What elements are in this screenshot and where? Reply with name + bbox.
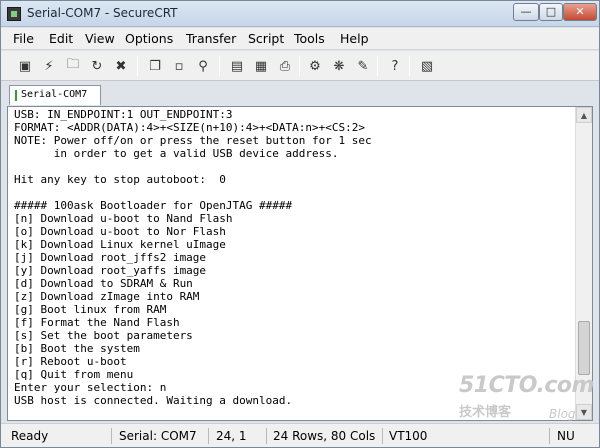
menu-file[interactable]: File <box>13 31 34 46</box>
terminal-line: [n] Download u-boot to Nand Flash <box>14 212 233 225</box>
terminal-line: NOTE: Power off/on or press the reset bu… <box>14 134 372 147</box>
status-port: Serial: COM7 <box>119 429 197 443</box>
terminal-line: [k] Download Linux kernel uImage <box>14 238 226 251</box>
scrollbar-thumb[interactable] <box>578 321 590 376</box>
status-bar: Ready Serial: COM7 24, 1 24 Rows, 80 Col… <box>1 423 599 447</box>
find-icon[interactable]: ⚲ <box>193 56 213 76</box>
tab-serial-com7[interactable]: Serial-COM7 <box>9 85 101 105</box>
watermark-blog: Blog <box>549 407 576 421</box>
watermark-site: 51CTO.com <box>459 373 594 398</box>
securecrt-window: Serial-COM7 - SecureCRT — □ ✕ File Edit … <box>0 0 600 448</box>
menu-edit[interactable]: Edit <box>49 31 73 46</box>
terminal-line: [y] Download root_yaffs image <box>14 264 207 277</box>
disconnect-icon[interactable]: ✖ <box>111 56 131 76</box>
terminal-line: [j] Download root_jffs2 image <box>14 251 207 264</box>
watermark-tagline: 技术博客 <box>459 405 512 420</box>
log-icon[interactable]: ▧ <box>417 56 437 76</box>
global-options-icon[interactable]: ❋ <box>329 56 349 76</box>
help-icon[interactable]: ? <box>385 56 405 76</box>
terminal-line: USB: IN_ENDPOINT:1 OUT_ENDPOINT:3 <box>14 108 233 121</box>
scroll-up-arrow-icon[interactable]: ▲ <box>576 107 592 123</box>
reconnect-icon[interactable]: ↻ <box>87 56 107 76</box>
status-emulation: VT100 <box>389 429 428 443</box>
toolbar: ▣ ⚡ 🗀 ↻ ✖ ❐ ▫ ⚲ ▤ ▦ ⎙ ⚙ ❋ ✎ ? ▧ <box>1 51 599 81</box>
menu-options[interactable]: Options <box>125 31 173 46</box>
session-options-icon[interactable]: ⚙ <box>305 56 325 76</box>
print-screen-icon[interactable]: ▤ <box>227 56 247 76</box>
maximize-button[interactable]: □ <box>539 3 563 21</box>
terminal-line: FORMAT: <ADDR(DATA):4>+<SIZE(n+10):4>+<D… <box>14 121 365 134</box>
keymap-icon[interactable]: ✎ <box>353 56 373 76</box>
tab-status-marker <box>15 90 17 101</box>
quick-connect-icon[interactable]: ⚡ <box>39 56 59 76</box>
terminal-line: [d] Download to SDRAM & Run <box>14 277 193 290</box>
print-selection-icon[interactable]: ▦ <box>251 56 271 76</box>
status-cursor-position: 24, 1 <box>216 429 247 443</box>
app-terminal-icon[interactable] <box>7 7 21 21</box>
connect-tab-icon[interactable]: 🗀 <box>63 56 83 76</box>
status-ready: Ready <box>11 429 49 443</box>
menu-view[interactable]: View <box>85 31 115 46</box>
window-title: Serial-COM7 - SecureCRT <box>27 6 178 20</box>
print-icon[interactable]: ⎙ <box>275 56 295 76</box>
terminal-lines: USB: IN_ENDPOINT:1 OUT_ENDPOINT:3 FORMAT:… <box>14 108 576 407</box>
terminal-line: Hit any key to stop autoboot: 0 <box>14 173 226 186</box>
copy-icon[interactable]: ❐ <box>145 56 165 76</box>
tab-label: Serial-COM7 <box>21 89 88 100</box>
terminal-line: [f] Format the Nand Flash <box>14 316 180 329</box>
status-keys: NU <box>557 429 575 443</box>
menu-transfer[interactable]: Transfer <box>186 31 236 46</box>
menu-script[interactable]: Script <box>248 31 284 46</box>
menu-tools[interactable]: Tools <box>294 31 325 46</box>
terminal-line: [o] Download u-boot to Nor Flash <box>14 225 226 238</box>
terminal-line: ##### 100ask Bootloader for OpenJTAG ###… <box>14 199 293 212</box>
paste-icon[interactable]: ▫ <box>169 56 189 76</box>
scroll-down-arrow-icon[interactable]: ▼ <box>576 404 592 420</box>
menu-bar: File Edit View Options Transfer Script T… <box>1 28 599 50</box>
terminal-line: [r] Reboot u-boot <box>14 355 127 368</box>
terminal-line: [g] Boot linux from RAM <box>14 303 167 316</box>
title-bar[interactable]: Serial-COM7 - SecureCRT — □ ✕ <box>1 1 599 27</box>
menu-help[interactable]: Help <box>340 31 369 46</box>
terminal-line: [b] Boot the system <box>14 342 140 355</box>
terminal-line: [s] Set the boot parameters <box>14 329 193 342</box>
terminal-line: in order to get a valid USB device addre… <box>14 147 339 160</box>
minimize-button[interactable]: — <box>513 3 539 21</box>
session-tab-bar: Serial-COM7 <box>1 82 599 106</box>
terminal-line: [z] Download zImage into RAM <box>14 290 200 303</box>
close-button[interactable]: ✕ <box>563 3 597 21</box>
connect-icon[interactable]: ▣ <box>15 56 35 76</box>
status-terminal-size: 24 Rows, 80 Cols <box>273 429 376 443</box>
